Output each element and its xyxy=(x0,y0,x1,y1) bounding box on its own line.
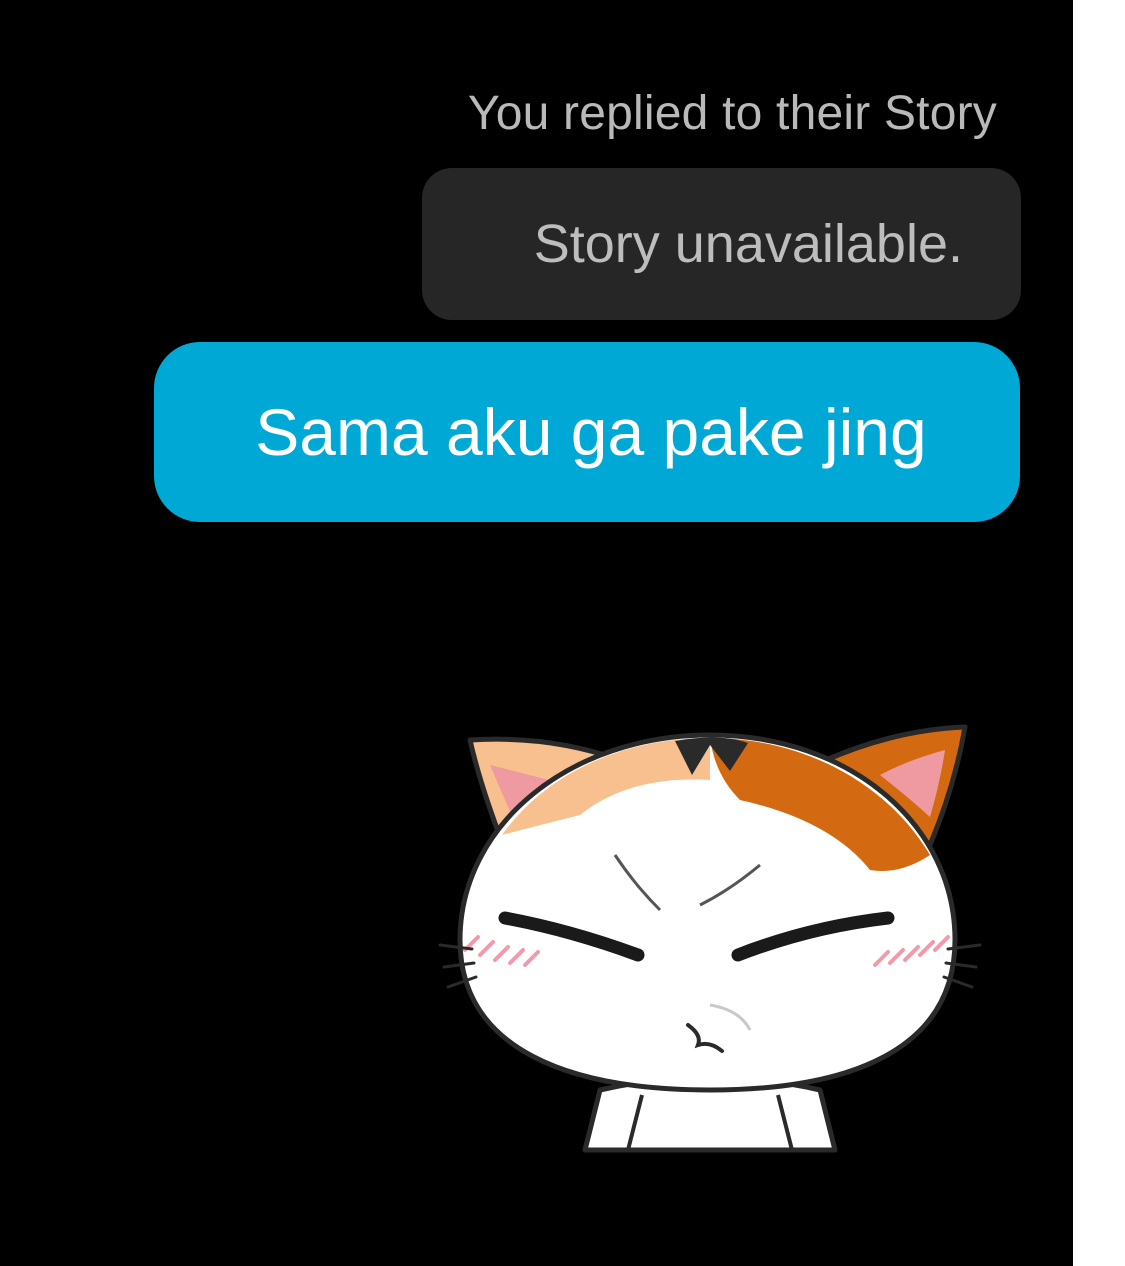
angry-cat-sticker-icon[interactable] xyxy=(430,705,990,1175)
sent-message-bubble[interactable]: Sama aku ga pake jing xyxy=(154,342,1020,522)
story-reply-caption: You replied to their Story xyxy=(467,87,997,140)
story-preview-bubble[interactable]: Story unavailable. xyxy=(422,168,1021,320)
screen-edge xyxy=(1073,0,1125,1266)
message-text: Sama aku ga pake jing xyxy=(255,395,927,469)
chat-screen: You replied to their Story Story unavail… xyxy=(0,0,1073,1266)
story-unavailable-label: Story unavailable. xyxy=(533,214,963,274)
